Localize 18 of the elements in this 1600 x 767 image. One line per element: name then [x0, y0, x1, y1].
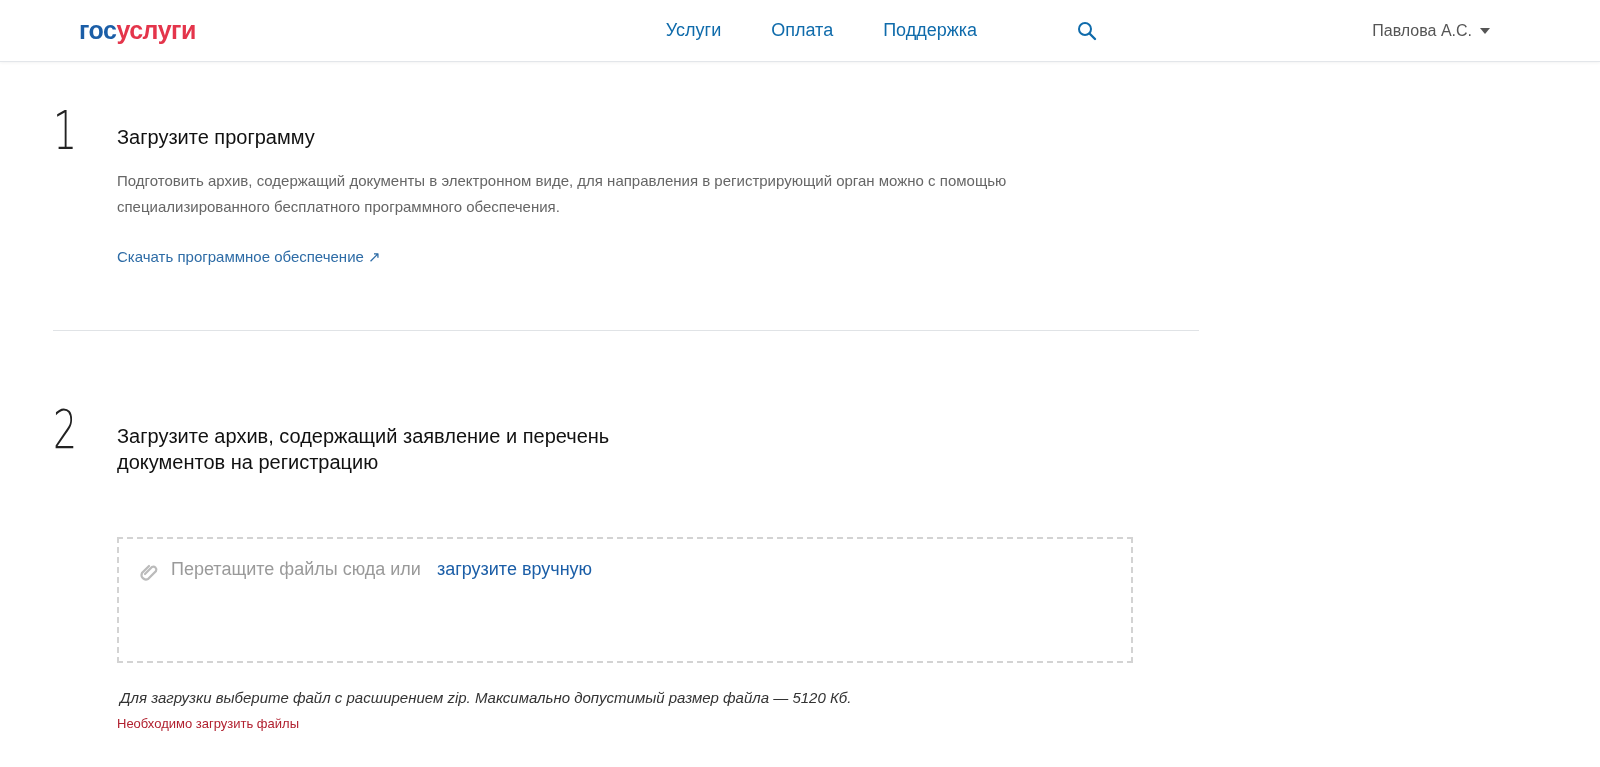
upload-link[interactable]: загрузите вручную	[436, 559, 593, 580]
upload-hint: Для загрузки выберите файл с расширением zip. Максимально допустимый размер файла — 5120 Кб.	[120, 689, 853, 706]
step-description: Подготовить архив, содержащий документы в электронном виде, для направления в регистрирующий орган можно с помощью специализированного бесплатного программного обеспечения.	[117, 171, 1008, 217]
nav-link[interactable]: Услуги	[665, 20, 722, 41]
nav-link[interactable]: Поддержка	[883, 20, 978, 41]
file-drop-zone[interactable]: Перетащите файлы сюда или загрузите вручную	[117, 537, 1133, 663]
search-icon[interactable]	[1077, 20, 1098, 41]
caret-icon[interactable]	[1480, 27, 1490, 34]
drop-prompt: Перетащите файлы сюда или	[171, 559, 421, 580]
nav-link[interactable]: Оплата	[771, 20, 834, 41]
user-name[interactable]: Павлова А.С.	[1372, 21, 1472, 40]
download-link[interactable]: Скачать программное обеспечение ↗	[117, 248, 382, 266]
step-number: 2	[53, 403, 79, 463]
step-title: Загрузите программу	[117, 125, 316, 150]
error-message: Необходимо загрузить файлы	[117, 716, 300, 731]
step-number: 1	[53, 104, 79, 164]
step-title: Загрузите архив, содержащий заявление и перечень документов на регистрацию	[117, 424, 611, 475]
logo[interactable]: госуслуги	[79, 16, 196, 45]
